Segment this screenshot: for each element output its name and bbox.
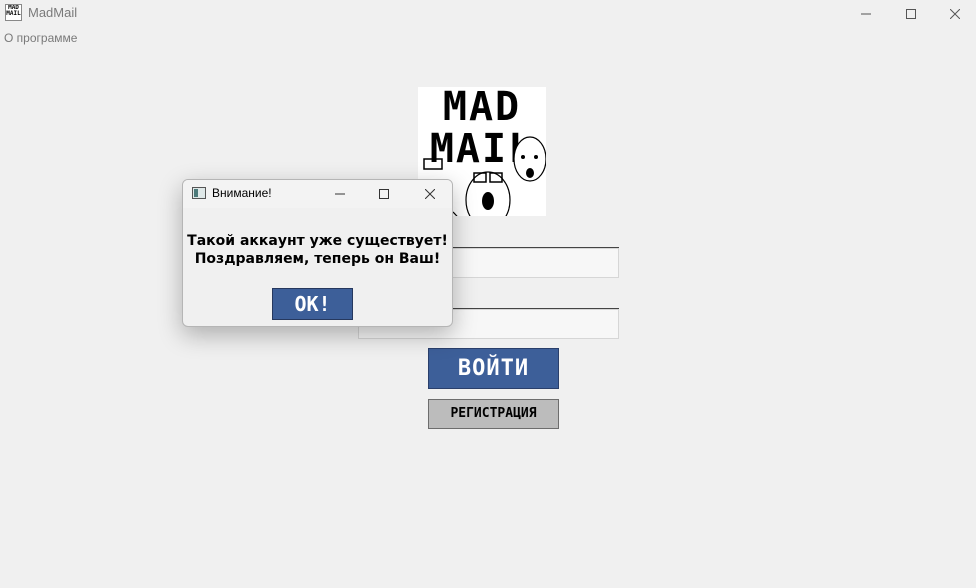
maximize-button[interactable] — [888, 0, 934, 28]
dialog-close-button[interactable] — [407, 180, 452, 208]
dialog-title: Внимание! — [212, 186, 272, 200]
title-bar: MAD MAIL MadMail — [0, 0, 976, 28]
alert-dialog: Внимание! Такой аккаунт уже существует! … — [182, 179, 453, 327]
dialog-message: Такой аккаунт уже существует! Поздравляе… — [183, 232, 452, 268]
app-icon: MAD MAIL — [5, 4, 22, 21]
minimize-button[interactable] — [843, 0, 889, 28]
dialog-maximize-button[interactable] — [361, 180, 407, 208]
dialog-ok-button[interactable]: ОК! — [272, 288, 353, 320]
menu-bar: О программе — [0, 28, 976, 48]
login-input[interactable] — [451, 249, 618, 277]
window-title: MadMail — [28, 5, 78, 20]
maximize-icon — [906, 9, 916, 19]
login-field[interactable] — [450, 248, 619, 278]
minimize-icon — [335, 193, 345, 195]
minimize-icon — [861, 13, 871, 15]
login-button[interactable]: ВОЙТИ — [428, 348, 559, 389]
dialog-window-icon — [192, 187, 206, 199]
close-icon — [425, 189, 435, 199]
menu-item-about[interactable]: О программе — [4, 31, 77, 45]
close-icon — [950, 9, 960, 19]
close-button[interactable] — [932, 0, 976, 28]
register-button[interactable]: РЕГИСТРАЦИЯ — [428, 399, 559, 429]
dialog-minimize-button[interactable] — [317, 180, 363, 208]
maximize-icon — [379, 189, 389, 199]
dialog-message-line-1: Такой аккаунт уже существует! — [187, 233, 448, 249]
dialog-title-bar[interactable]: Внимание! — [183, 180, 452, 208]
dialog-message-line-2: Поздравляем, теперь он Ваш! — [194, 251, 441, 267]
